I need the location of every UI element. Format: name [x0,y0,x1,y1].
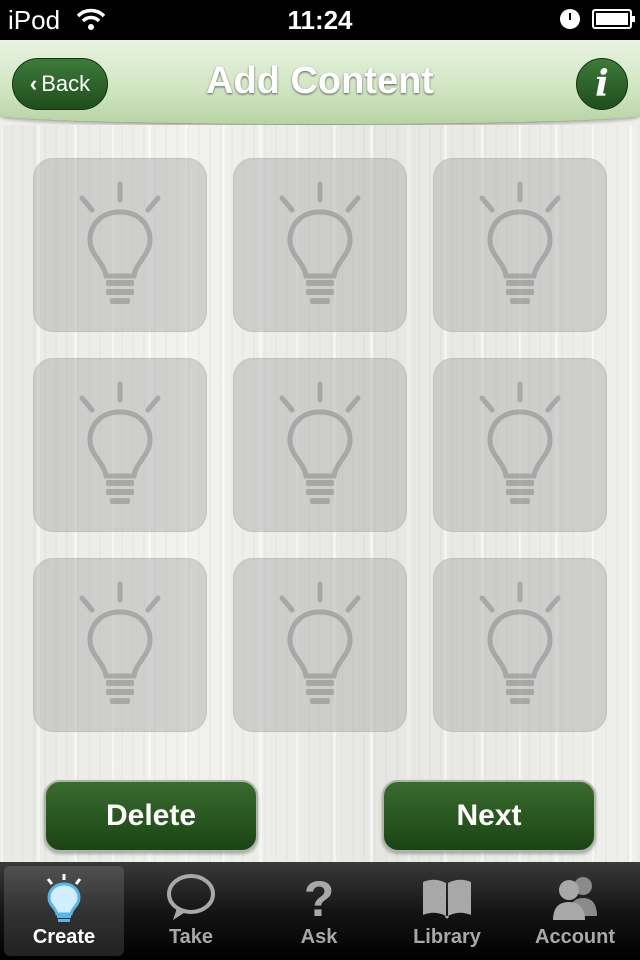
battery-icon [592,9,635,29]
lightbulb-icon [279,381,361,504]
book-icon [423,879,471,919]
delete-button[interactable]: Delete [44,780,258,852]
content-area: Delete Next [0,125,640,862]
speech-bubble-icon [167,874,215,920]
lightbulb-icon [479,181,561,304]
page-title: Add Content [206,60,434,102]
next-button[interactable]: Next [382,780,596,852]
tab-ask[interactable]: ? Ask [259,866,379,956]
lightbulb-icon [479,381,561,504]
content-slot[interactable] [433,358,607,532]
status-time: 11:24 [287,5,353,35]
content-slot[interactable] [433,558,607,732]
lightbulb-icon [46,874,82,922]
content-slot[interactable] [33,558,207,732]
question-mark-icon: ? [304,872,335,924]
svg-text:?: ? [304,872,335,924]
content-slot[interactable] [233,358,407,532]
tab-label: Library [413,926,481,948]
lightbulb-icon [279,181,361,304]
lightbulb-icon [479,581,561,704]
tab-label: Ask [300,926,338,948]
lightbulb-icon [79,381,161,504]
content-slot[interactable] [233,158,407,332]
tab-take[interactable]: Take [131,866,251,956]
navigation-bar: ‹ Back Add Content i [0,40,640,125]
tab-label: Account [535,926,615,948]
content-slot[interactable] [433,158,607,332]
tab-label: Create [32,926,96,948]
tab-account[interactable]: Account [515,866,635,956]
tab-create[interactable]: Create [4,866,124,956]
alarm-clock-icon [560,9,580,29]
lightbulb-icon [279,581,361,704]
content-slot[interactable] [33,358,207,532]
people-icon [553,877,597,920]
tab-bar: Create Take ? Ask Library Account [0,862,640,960]
lightbulb-icon [79,181,161,304]
content-slot[interactable] [33,158,207,332]
content-slot[interactable] [233,558,407,732]
lightbulb-icon [79,581,161,704]
tab-library[interactable]: Library [387,866,507,956]
info-button[interactable]: i [576,58,628,110]
tab-label: Take [168,926,214,948]
status-bar: iPod 11:24 [0,0,640,40]
